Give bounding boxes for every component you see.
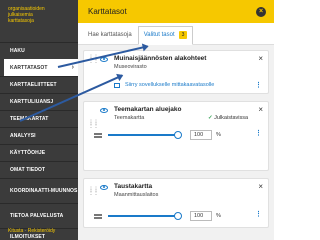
close-icon[interactable]: × xyxy=(256,6,266,17)
drag-handle-icon[interactable]: ⋮⋮⋮⋮ xyxy=(88,120,99,129)
sidebar: organisaatioiden julkaisemia karttatasoj… xyxy=(0,0,78,240)
tab-label: Valitut tasot xyxy=(143,32,175,38)
opacity-slider[interactable] xyxy=(108,131,182,139)
sidebar-item-kayttoohje[interactable]: KÄYTTÖOHJE xyxy=(0,144,78,161)
sidebar-item-haku[interactable]: HAKU xyxy=(0,42,78,59)
sidebar-item-koordinaattimuunnos[interactable]: KOORDINAATTI-MUUNNOS xyxy=(0,178,78,203)
layer-card: ⋮⋮ ⋮⋮ Teemakartan aluejako Teemakartta ✓ … xyxy=(83,101,269,171)
sidebar-item-label: ILMOITUKSET xyxy=(10,234,45,240)
opacity-row: 100 % xyxy=(94,210,221,222)
sidebar-item-omat-tiedot[interactable]: OMAT TIEDOT xyxy=(0,161,78,178)
publish-status-label: Julkaistavissa xyxy=(214,115,249,121)
layers-panel: Karttatasot × Hae karttatasoja Valitut t… xyxy=(78,0,274,240)
sidebar-item-label: KARTTULIUANSJ xyxy=(10,99,54,105)
layers-stack-icon xyxy=(94,213,102,219)
sidebar-nav: HAKU KARTTATASOT › KARTTAELIITTEET KARTTU… xyxy=(0,42,78,240)
register-link[interactable]: Rekisteröidy xyxy=(28,228,56,234)
more-options-icon[interactable]: ⋮ xyxy=(255,81,262,89)
sidebar-item-label: TIETOA PALVELUSTA xyxy=(10,213,64,219)
sidebar-item-label: OMAT TIEDOT xyxy=(10,167,46,173)
layer-card: ⋮⋮ ⋮⋮ Taustakartta Maanmittauslaitos × 10… xyxy=(83,178,269,228)
more-options-icon[interactable]: ⋮ xyxy=(255,129,262,137)
sidebar-item-karttaeliitteet[interactable]: KARTTAELIITTEET xyxy=(0,76,78,93)
tab-search-layers[interactable]: Hae karttatasoja xyxy=(88,32,138,44)
sidebar-item-karttatasot[interactable]: KARTTATASOT › xyxy=(4,59,78,76)
sidebar-footer: Kitusta - Rekisteröidy xyxy=(8,228,55,234)
check-icon: ✓ xyxy=(208,115,213,121)
opacity-row: 100 % xyxy=(94,129,221,141)
brand-text: organisaatioiden julkaisemia karttatasoj… xyxy=(0,0,78,42)
layer-name: Taustakartta xyxy=(114,183,153,190)
publish-status: ✓ Julkaistavissa xyxy=(208,115,248,121)
layers-stack-icon xyxy=(94,132,102,138)
sidebar-item-label: ANALYYSI xyxy=(10,133,36,139)
panel-header: Karttatasot × xyxy=(78,0,274,23)
layer-organization: Maanmittauslaitos xyxy=(114,192,159,198)
brand-line: karttatasoja xyxy=(8,18,34,24)
visibility-eye-icon[interactable] xyxy=(100,108,108,113)
sidebar-item-label: KOORDINAATTI-MUUNNOS xyxy=(10,188,78,194)
panel-tabs: Hae karttatasoja Valitut tasot 3 xyxy=(78,23,274,45)
zoom-to-scale-link[interactable]: Siirry sovellukselle mittakaavatasolle xyxy=(114,82,214,88)
sidebar-item-karttuliuansj[interactable]: KARTTULIUANSJ xyxy=(0,93,78,110)
layer-name: Teemakartan aluejako xyxy=(114,106,182,113)
sidebar-item-tietoa-palvelusta[interactable]: TIETOA PALVELUSTA xyxy=(0,203,78,228)
layer-organization: Teemakartta xyxy=(114,115,145,121)
layer-card: ⋮⋮⋮⋮ Muinaisjäännösten alakohteet Museov… xyxy=(83,50,269,94)
sidebar-item-analyysi[interactable]: ANALYYSI xyxy=(0,127,78,144)
layer-organization: Museovirasto xyxy=(114,64,147,70)
opacity-slider[interactable] xyxy=(108,212,182,220)
zoom-link-label: Siirry sovellukselle mittakaavatasolle xyxy=(125,82,215,88)
sidebar-item-label: KÄYTTÖOHJE xyxy=(10,150,46,156)
opacity-input[interactable]: 100 xyxy=(190,130,212,140)
layer-name: Muinaisjäännösten alakohteet xyxy=(114,55,207,62)
sidebar-item-label: KARTTATASOT xyxy=(10,64,48,71)
login-link[interactable]: Kitusta xyxy=(8,228,23,234)
drag-handle-icon[interactable]: ⋮⋮⋮⋮ xyxy=(88,187,99,196)
percent-label: % xyxy=(216,132,221,138)
more-options-icon[interactable]: ⋮ xyxy=(255,210,262,218)
selected-count-badge: 3 xyxy=(178,31,188,39)
sidebar-item-label: KARTTAELIITTEET xyxy=(10,82,57,88)
percent-label: % xyxy=(216,213,221,219)
panel-title: Karttatasot xyxy=(88,7,127,16)
visibility-eye-icon[interactable] xyxy=(100,185,108,190)
sidebar-item-label: HAKU xyxy=(10,48,25,54)
opacity-slider-handle[interactable] xyxy=(174,131,182,139)
remove-layer-icon[interactable]: × xyxy=(258,105,263,114)
opacity-input[interactable]: 100 xyxy=(190,211,212,221)
scale-icon xyxy=(114,82,120,88)
remove-layer-icon[interactable]: × xyxy=(258,54,263,63)
chevron-right-icon: › xyxy=(71,64,74,71)
opacity-slider-handle[interactable] xyxy=(174,212,182,220)
remove-layer-icon[interactable]: × xyxy=(258,182,263,191)
